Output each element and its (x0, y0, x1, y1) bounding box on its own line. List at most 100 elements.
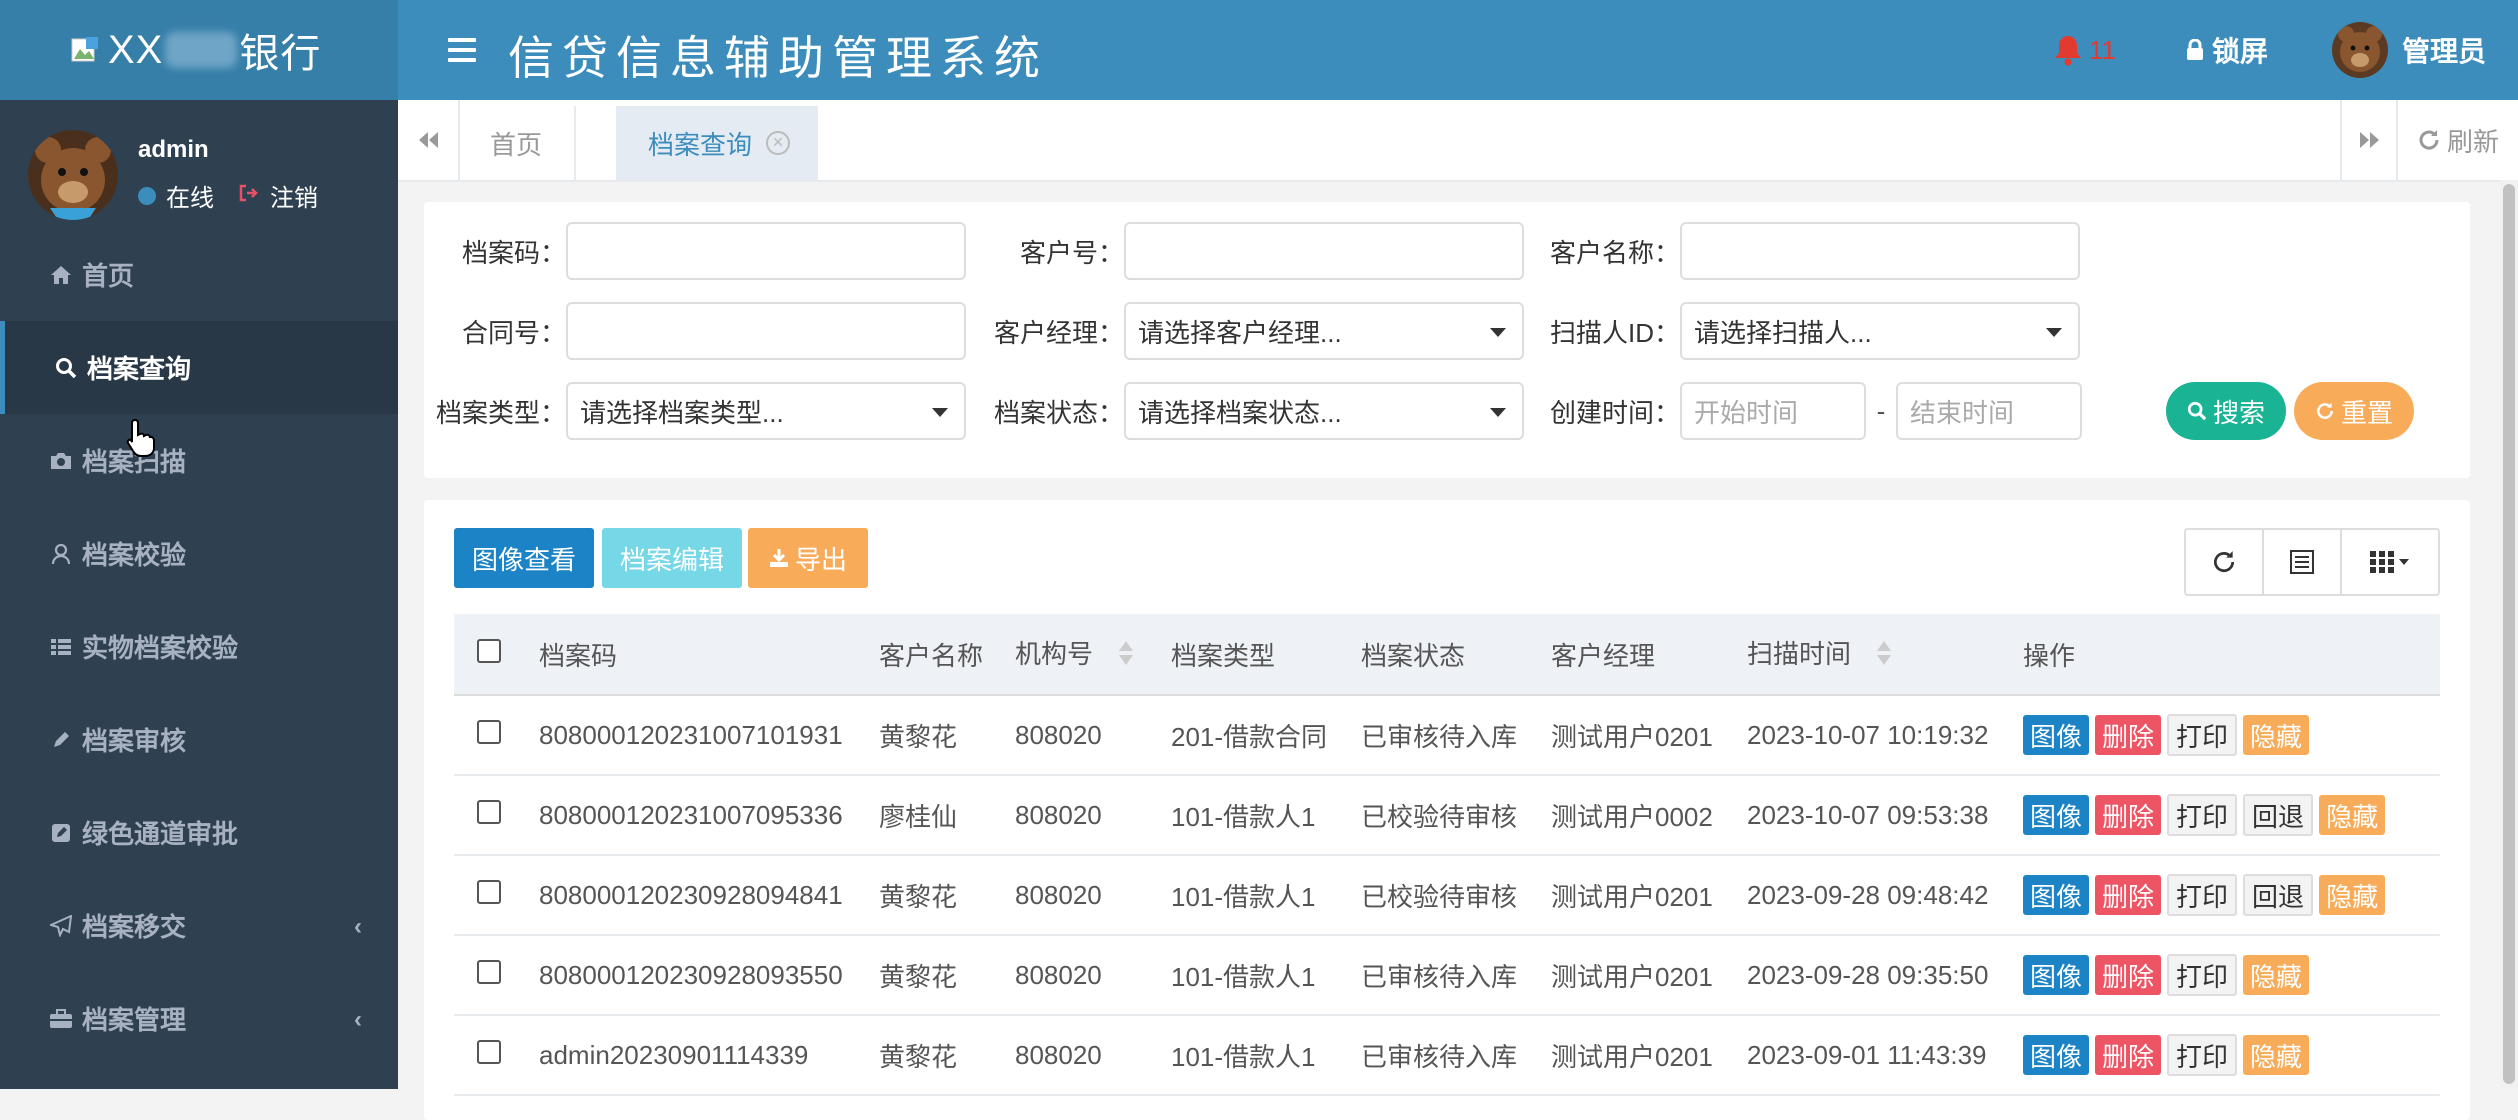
reset-button[interactable]: 重置 (2294, 382, 2414, 440)
row-checkbox[interactable] (477, 719, 501, 744)
print-button[interactable]: 打印 (2167, 714, 2238, 756)
sidebar-item-archive-review[interactable]: 档案审核 (0, 693, 398, 786)
close-tab-icon[interactable]: ✕ (766, 131, 791, 155)
column-header-archive-code[interactable]: 档案码 (538, 614, 878, 696)
broken-image-icon (70, 35, 100, 65)
tab-refresh-button[interactable]: 刷新 (2396, 100, 2518, 180)
column-header-scan-time[interactable]: 扫描时间 (1746, 614, 2022, 696)
customer-no-input[interactable] (1124, 222, 1524, 280)
lock-screen-button[interactable]: 锁屏 (2186, 30, 2268, 70)
hide-button[interactable]: 隐藏 (2243, 1035, 2310, 1075)
search-button[interactable]: 搜索 (2166, 382, 2286, 440)
sidebar-item-archive-check[interactable]: 档案校验 (0, 507, 398, 600)
column-header-manager[interactable]: 客户经理 (1550, 614, 1746, 696)
start-time-input[interactable]: 开始时间 (1680, 382, 1866, 440)
scanner-select[interactable]: 请选择扫描人... (1680, 302, 2080, 360)
cell-scan-time: 2023-09-01 11:43:39 (1746, 1015, 2022, 1096)
hide-button[interactable]: 隐藏 (2319, 875, 2386, 915)
row-checkbox[interactable] (477, 799, 501, 824)
columns-toggle-button[interactable] (2342, 530, 2438, 594)
row-checkbox[interactable] (477, 879, 501, 904)
table-row: admin20230901114339 黄黎花 808020 101-借款人1 … (454, 1015, 2440, 1096)
row-actions: 图像 删除 打印 回退 隐藏 (2023, 794, 2439, 836)
image-button[interactable]: 图像 (2023, 795, 2090, 835)
sidebar-item-archive-scan[interactable]: 档案扫描 (0, 414, 398, 507)
cell-archive-type: 101-借款人1 (1170, 935, 1360, 1016)
manager-select[interactable]: 请选择客户经理... (1124, 302, 1524, 360)
sidebar-item-home[interactable]: 首页 (0, 228, 398, 321)
delete-button[interactable]: 删除 (2095, 1035, 2162, 1075)
cell-org-no: 808020 (1014, 935, 1170, 1016)
double-chevron-left-icon (419, 132, 438, 148)
rollback-button[interactable]: 回退 (2243, 874, 2314, 916)
cell-manager: 测试用户0201 (1550, 855, 1746, 936)
delete-button[interactable]: 删除 (2095, 795, 2162, 835)
tab-home[interactable]: 首页 (458, 106, 577, 180)
cell-org-no: 808020 (1014, 1015, 1170, 1096)
user-menu[interactable]: 管理员 (2331, 22, 2486, 78)
column-header-customer-name[interactable]: 客户名称 (878, 614, 1014, 696)
logout-link[interactable]: 注销 (270, 178, 318, 213)
sidebar-item-physical-archive-check[interactable]: 实物档案校验 (0, 600, 398, 693)
archive-status-select[interactable]: 请选择档案状态... (1124, 382, 1524, 440)
select-all-checkbox[interactable] (477, 638, 501, 663)
avatar (2331, 22, 2388, 78)
menu-toggle-icon[interactable] (448, 34, 476, 64)
search-icon (53, 355, 79, 381)
hide-button[interactable]: 隐藏 (2243, 955, 2310, 995)
image-view-button[interactable]: 图像查看 (454, 528, 594, 588)
notification-count: 11 (2088, 34, 2116, 65)
end-time-input[interactable]: 结束时间 (1896, 382, 2082, 440)
tab-archive-query[interactable]: 档案查询 ✕ (616, 106, 819, 180)
hide-button[interactable]: 隐藏 (2319, 795, 2386, 835)
delete-button[interactable]: 删除 (2095, 875, 2162, 915)
print-button[interactable]: 打印 (2167, 794, 2238, 836)
rollback-button[interactable]: 回退 (2243, 794, 2314, 836)
notification-button[interactable]: 11 (2053, 34, 2116, 66)
image-button[interactable]: 图像 (2023, 1035, 2090, 1075)
sidebar-item-archive-management[interactable]: 档案管理 ‹ (0, 972, 398, 1065)
column-header-archive-status[interactable]: 档案状态 (1360, 614, 1550, 696)
image-button[interactable]: 图像 (2023, 715, 2090, 755)
export-button[interactable]: 导出 (748, 528, 868, 588)
list-icon (2290, 550, 2314, 574)
cell-customer-name: 黄黎花 (878, 695, 1014, 776)
hide-button[interactable]: 隐藏 (2243, 715, 2310, 755)
print-button[interactable]: 打印 (2167, 954, 2238, 996)
cell-customer-name: 黄黎花 (878, 1015, 1014, 1096)
image-button[interactable]: 图像 (2023, 955, 2090, 995)
cell-scan-time: 2023-09-28 09:35:50 (1746, 935, 2022, 1016)
delete-button[interactable]: 删除 (2095, 715, 2162, 755)
tab-scroll-left-button[interactable] (398, 100, 460, 180)
sidebar-item-archive-transfer[interactable]: 档案移交 ‹ (0, 879, 398, 972)
image-button[interactable]: 图像 (2023, 875, 2090, 915)
toggle-view-button[interactable] (2264, 530, 2342, 594)
archive-code-input[interactable] (566, 222, 966, 280)
row-actions: 图像 删除 打印 隐藏 (2023, 1034, 2439, 1076)
row-checkbox[interactable] (477, 959, 501, 984)
column-header-archive-type[interactable]: 档案类型 (1170, 614, 1360, 696)
print-button[interactable]: 打印 (2167, 874, 2238, 916)
scrollbar-thumb[interactable] (2503, 184, 2515, 1084)
page-scrollbar[interactable] (2500, 180, 2518, 1089)
table-row: 808000120230928093550 黄黎花 808020 101-借款人… (454, 935, 2440, 1016)
tab-scroll-right-button[interactable] (2340, 100, 2398, 180)
archive-edit-button[interactable]: 档案编辑 (602, 528, 742, 588)
column-header-org-no[interactable]: 机构号 (1014, 614, 1170, 696)
cell-customer-name: 黄黎花 (878, 935, 1014, 1016)
table-refresh-button[interactable] (2186, 530, 2264, 594)
chevron-left-icon: ‹ (354, 913, 362, 940)
table-row: 808000120231007095336 廖桂仙 808020 101-借款人… (454, 775, 2440, 856)
contract-no-input[interactable] (566, 302, 966, 360)
user-status: 在线 注销 (138, 178, 318, 213)
sidebar-item-green-channel[interactable]: 绿色通道审批 (0, 786, 398, 879)
cell-scan-time: 2023-09-28 09:48:42 (1746, 855, 2022, 936)
customer-name-input[interactable] (1680, 222, 2080, 280)
sidebar-item-archive-query[interactable]: 档案查询 (0, 321, 398, 414)
delete-button[interactable]: 删除 (2095, 955, 2162, 995)
cell-archive-code: 808000120230928093550 (538, 935, 878, 1016)
print-button[interactable]: 打印 (2167, 1034, 2238, 1076)
grid-icon (2370, 551, 2409, 573)
archive-type-select[interactable]: 请选择档案类型... (566, 382, 966, 440)
row-checkbox[interactable] (477, 1039, 501, 1064)
